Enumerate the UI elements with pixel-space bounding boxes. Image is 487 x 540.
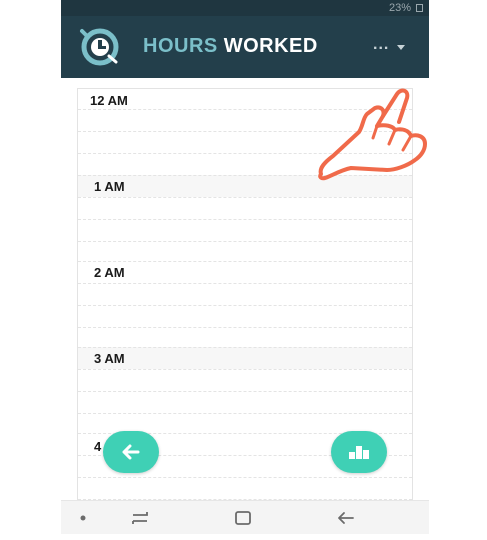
divider — [78, 261, 412, 262]
battery-icon — [416, 4, 423, 12]
app-title-hours: HOURS — [143, 35, 218, 57]
divider — [78, 219, 412, 220]
app-title-worked: WORKED — [223, 35, 318, 57]
stats-fab-button[interactable] — [331, 431, 387, 473]
hour-label: 3 AM — [94, 351, 125, 366]
pointing-hand-icon — [318, 88, 427, 181]
app-title: HOURS WORKED — [143, 35, 318, 58]
hour-label: 12 AM — [90, 93, 128, 108]
home-icon[interactable] — [235, 511, 251, 525]
divider — [78, 347, 412, 348]
hour-label: 2 AM — [94, 265, 125, 280]
divider — [78, 477, 412, 478]
divider — [78, 305, 412, 306]
menu-dots: ... — [373, 36, 390, 53]
divider — [78, 391, 412, 392]
recents-icon[interactable] — [132, 512, 148, 524]
system-nav-bar — [61, 500, 429, 534]
back-fab-button[interactable] — [103, 431, 159, 473]
divider — [78, 197, 412, 198]
divider — [78, 283, 412, 284]
clock-timer-icon — [80, 28, 119, 66]
hour-slot-2am[interactable]: 2 AM — [78, 261, 412, 347]
divider — [78, 241, 412, 242]
status-bar: 23% — [61, 0, 429, 16]
hour-slot-1am[interactable]: 1 AM — [78, 175, 412, 261]
chevron-down-icon — [397, 45, 405, 50]
bar-chart-icon — [349, 446, 369, 459]
dot-icon — [80, 515, 86, 521]
divider — [78, 413, 412, 414]
arrow-left-icon — [122, 444, 140, 460]
battery-percentage: 23% — [388, 2, 411, 14]
divider — [78, 369, 412, 370]
nav-bar-icons — [80, 511, 354, 525]
hour-label: 4 — [94, 439, 102, 454]
divider — [78, 327, 412, 328]
app-bar: HOURS WORKED ... — [61, 16, 429, 78]
hour-label: 1 AM — [94, 179, 125, 194]
phone-screen: 23% HOURS WORKED ... 12 AM 1 AM 2 AM 3 A… — [61, 0, 429, 534]
back-icon[interactable] — [338, 512, 354, 524]
overflow-menu-button[interactable]: ... — [371, 36, 411, 58]
hour-slot-3am[interactable]: 3 AM — [78, 347, 412, 433]
hour-band — [78, 347, 412, 369]
